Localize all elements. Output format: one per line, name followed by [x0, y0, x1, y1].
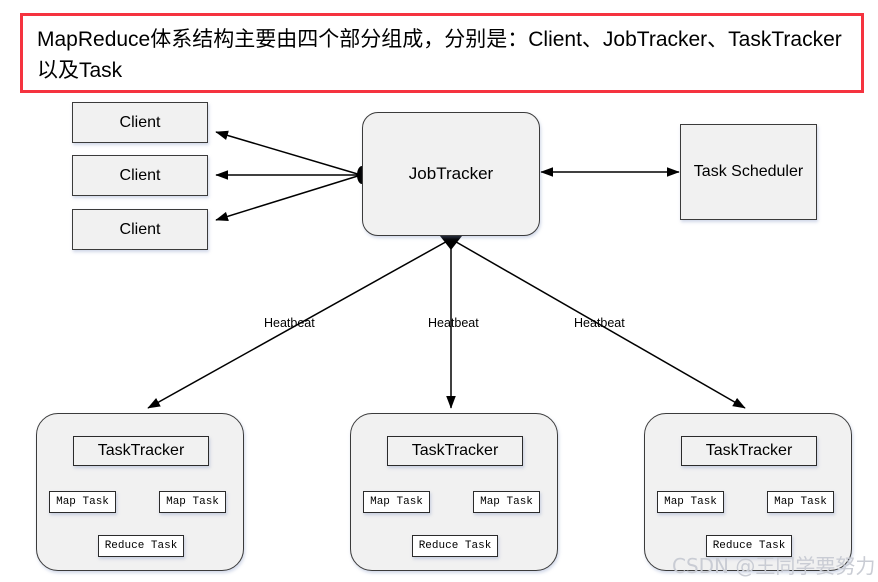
client-node-2[interactable]: Client: [72, 155, 208, 196]
tasktracker-title-3: TaskTracker: [681, 436, 817, 466]
map-task-box[interactable]: Map Task: [159, 491, 226, 513]
tasktracker-cluster-2[interactable]: TaskTracker Map Task Map Task Reduce Tas…: [350, 413, 558, 571]
map-task-box[interactable]: Map Task: [473, 491, 540, 513]
client-node-3-label: Client: [119, 220, 161, 238]
heartbeat-label-2: Heatbeat: [428, 316, 479, 330]
edge-jobtracker-clients: [215, 130, 362, 222]
client-node-1-label: Client: [119, 113, 161, 131]
header-text: MapReduce体系结构主要由四个部分组成，分别是：Client、JobTra…: [37, 28, 842, 82]
jobtracker-bottom-junction: [440, 236, 462, 250]
client-node-3[interactable]: Client: [72, 209, 208, 250]
jobtracker-node[interactable]: JobTracker: [362, 112, 540, 236]
jobtracker-label: JobTracker: [408, 164, 494, 183]
map-task-box[interactable]: Map Task: [657, 491, 724, 513]
reduce-task-box[interactable]: Reduce Task: [412, 535, 498, 557]
tasktracker-cluster-3[interactable]: TaskTracker Map Task Map Task Reduce Tas…: [644, 413, 852, 571]
tasktracker-title-2: TaskTracker: [387, 436, 523, 466]
diagram-canvas: MapReduce体系结构主要由四个部分组成，分别是：Client、JobTra…: [0, 0, 878, 582]
reduce-task-box[interactable]: Reduce Task: [98, 535, 184, 557]
map-task-box[interactable]: Map Task: [363, 491, 430, 513]
client-node-1[interactable]: Client: [72, 102, 208, 143]
header-callout-box: MapReduce体系结构主要由四个部分组成，分别是：Client、JobTra…: [20, 13, 864, 93]
csdn-watermark: CSDN @王同学要努力: [672, 554, 876, 578]
tasktracker-cluster-1[interactable]: TaskTracker Map Task Map Task Reduce Tas…: [36, 413, 244, 571]
task-scheduler-node[interactable]: Task Scheduler: [680, 124, 817, 220]
map-task-box[interactable]: Map Task: [767, 491, 834, 513]
heartbeat-label-1: Heatbeat: [264, 316, 315, 330]
map-task-box[interactable]: Map Task: [49, 491, 116, 513]
task-scheduler-label: Task Scheduler: [693, 163, 804, 180]
heartbeat-label-3: Heatbeat: [574, 316, 625, 330]
tasktracker-title-1: TaskTracker: [73, 436, 209, 466]
client-node-2-label: Client: [119, 166, 161, 184]
